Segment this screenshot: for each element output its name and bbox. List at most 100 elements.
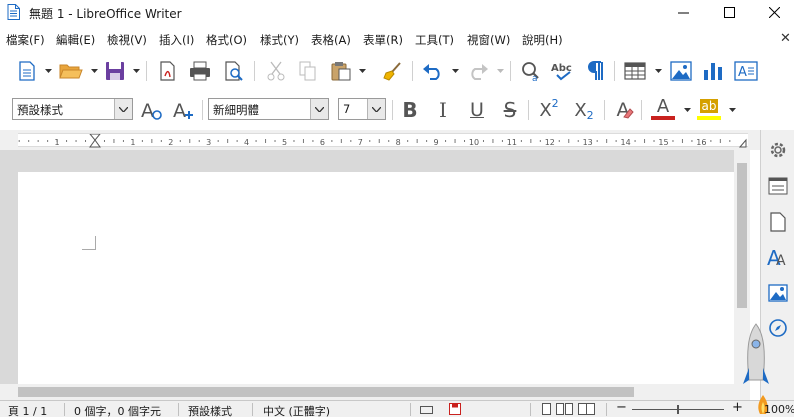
status-word-count[interactable]: 0 個字，0 個字元: [74, 403, 161, 417]
menu-insert[interactable]: 插入(I): [159, 32, 194, 48]
status-page-style[interactable]: 預設樣式: [188, 403, 232, 417]
sidebar-settings-button[interactable]: [766, 138, 790, 162]
font-color-swatch: [651, 116, 675, 120]
menu-help[interactable]: 說明(H): [522, 32, 563, 48]
export-pdf-button[interactable]: [155, 58, 181, 84]
zoom-out-button[interactable]: −: [616, 400, 627, 415]
sidebar-properties-button[interactable]: [766, 174, 790, 198]
save-button[interactable]: [102, 58, 128, 84]
menu-file[interactable]: 檔案(F): [6, 32, 45, 48]
highlight-button[interactable]: ab: [696, 96, 722, 122]
menu-edit[interactable]: 編輯(E): [56, 32, 95, 48]
clear-formatting-button[interactable]: A: [610, 97, 636, 123]
new-document-button[interactable]: [14, 58, 40, 84]
zoom-in-button[interactable]: +: [732, 400, 743, 415]
chevron-down-icon: [451, 69, 459, 73]
zoom-slider-handle[interactable]: [677, 405, 679, 414]
sidebar-styles-button[interactable]: AA: [766, 245, 790, 269]
font-name-dropdown[interactable]: [310, 99, 328, 119]
font-size-dropdown[interactable]: [367, 99, 385, 119]
new-document-dropdown[interactable]: [44, 67, 52, 75]
print-preview-button[interactable]: [221, 58, 247, 84]
copy-button[interactable]: [295, 58, 321, 84]
save-icon: [106, 62, 124, 80]
superscript-button[interactable]: X2: [536, 97, 562, 123]
zoom-level[interactable]: 100%: [764, 403, 794, 416]
formatting-marks-button[interactable]: [583, 58, 609, 84]
save-dropdown[interactable]: [132, 67, 140, 75]
properties-gear-icon: [770, 142, 786, 158]
redo-button[interactable]: [465, 58, 491, 84]
font-color-button[interactable]: A: [650, 96, 676, 122]
toolbar-separator: [641, 100, 642, 120]
font-size-value: 7: [343, 102, 351, 116]
undo-dropdown[interactable]: [451, 67, 459, 75]
open-button[interactable]: [58, 58, 84, 84]
open-dropdown[interactable]: [90, 67, 98, 75]
status-language[interactable]: 中文 (正體字): [263, 403, 330, 417]
status-page[interactable]: 頁 1 / 1: [8, 403, 47, 417]
superscript-exp: 2: [551, 96, 559, 110]
bold-button[interactable]: B: [397, 97, 423, 123]
paste-button[interactable]: [328, 58, 354, 84]
spelling-button[interactable]: Abc: [550, 58, 576, 84]
new-style-button[interactable]: A: [170, 97, 196, 123]
font-name-combo[interactable]: 新細明體: [208, 98, 329, 120]
single-page-view-icon[interactable]: [540, 403, 552, 415]
toolbar-separator: [146, 61, 147, 81]
horizontal-scroll-thumb[interactable]: [18, 387, 634, 397]
ruler-number: 1: [130, 138, 135, 147]
clone-formatting-button[interactable]: [380, 58, 406, 84]
cut-button[interactable]: [263, 58, 289, 84]
paragraph-style-dropdown[interactable]: [114, 99, 132, 119]
menu-tools[interactable]: 工具(T): [415, 32, 454, 48]
find-replace-button[interactable]: a: [518, 58, 544, 84]
paragraph-style-combo[interactable]: 預設樣式: [12, 98, 133, 120]
underline-button[interactable]: U: [464, 97, 490, 123]
paragraph-style-value: 預設樣式: [17, 103, 63, 117]
print-button[interactable]: [187, 58, 213, 84]
maximize-button[interactable]: [706, 0, 752, 25]
paste-dropdown[interactable]: [358, 67, 366, 75]
highlight-dropdown[interactable]: [728, 106, 736, 114]
insert-textbox-button[interactable]: A: [733, 58, 759, 84]
menu-window[interactable]: 視窗(W): [467, 32, 510, 48]
close-window-button[interactable]: [751, 0, 794, 25]
insert-chart-button[interactable]: [700, 58, 726, 84]
strikethrough-button[interactable]: S: [497, 97, 523, 123]
document-page[interactable]: [18, 172, 734, 387]
document-modified-icon[interactable]: [449, 403, 461, 415]
menu-form[interactable]: 表單(R): [363, 32, 403, 48]
sidebar-gallery-button[interactable]: [766, 281, 790, 305]
indent-marker: [88, 133, 102, 148]
vertical-scroll-thumb[interactable]: [737, 163, 747, 308]
font-size-combo[interactable]: 7: [338, 98, 386, 120]
redo-dropdown[interactable]: [496, 67, 504, 75]
insert-mode-icon[interactable]: [420, 404, 434, 415]
update-style-button[interactable]: A: [138, 97, 164, 123]
spelling-icon: Abc: [551, 63, 572, 81]
chevron-down-icon: [90, 69, 98, 73]
multi-page-view-icon[interactable]: [556, 403, 574, 415]
insert-image-button[interactable]: [668, 58, 694, 84]
paste-icon: [331, 62, 351, 81]
undo-button[interactable]: [420, 58, 446, 84]
italic-button[interactable]: I: [430, 97, 456, 123]
minimize-button[interactable]: [660, 0, 706, 25]
book-view-icon[interactable]: [578, 403, 596, 415]
font-color-dropdown[interactable]: [683, 106, 691, 114]
menu-view[interactable]: 檢視(V): [107, 32, 147, 48]
toolbar-separator: [254, 61, 255, 81]
ruler-number: 14: [621, 138, 631, 147]
close-document-button[interactable]: ✕: [780, 31, 791, 46]
subscript-button[interactable]: X2: [571, 97, 597, 123]
menu-table[interactable]: 表格(A): [311, 32, 351, 48]
styles-icon: AA: [767, 246, 786, 268]
ruler-number: 4: [244, 138, 249, 147]
sidebar-page-button[interactable]: [766, 210, 790, 234]
insert-table-button[interactable]: [622, 58, 648, 84]
insert-image-icon: [670, 61, 692, 81]
menu-styles[interactable]: 樣式(Y): [260, 32, 299, 48]
insert-table-dropdown[interactable]: [654, 67, 662, 75]
menu-format[interactable]: 格式(O): [206, 32, 247, 48]
